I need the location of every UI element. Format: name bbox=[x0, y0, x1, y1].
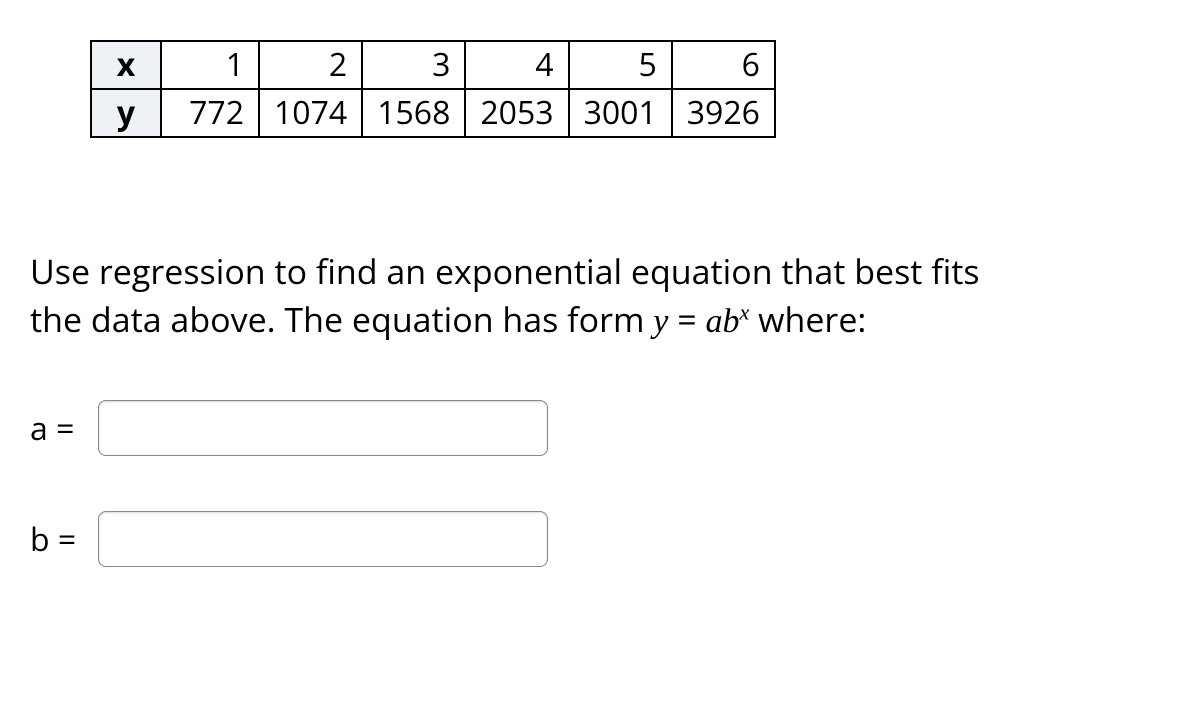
label-a: a = bbox=[30, 407, 98, 450]
row-header-y: y bbox=[91, 89, 161, 137]
cell-x-4: 4 bbox=[465, 41, 568, 89]
cell-y-4: 2053 bbox=[465, 89, 568, 137]
prompt-line2-post: where: bbox=[749, 296, 866, 342]
cell-x-2: 2 bbox=[259, 41, 362, 89]
eq-exponent: x bbox=[739, 299, 749, 324]
answer-fields: a = b = bbox=[30, 400, 1170, 567]
data-table: x 1 2 3 4 5 6 y 772 1074 1568 2053 3001 … bbox=[90, 40, 776, 138]
field-row-b: b = bbox=[30, 511, 1170, 567]
cell-x-3: 3 bbox=[362, 41, 465, 89]
cell-y-2: 1074 bbox=[259, 89, 362, 137]
eq-y: y bbox=[653, 303, 668, 340]
input-a[interactable] bbox=[98, 400, 548, 456]
input-b[interactable] bbox=[98, 511, 548, 567]
cell-x-5: 5 bbox=[569, 41, 672, 89]
cell-y-6: 3926 bbox=[672, 89, 775, 137]
table-row: x 1 2 3 4 5 6 bbox=[91, 41, 775, 89]
cell-x-1: 1 bbox=[161, 41, 259, 89]
row-header-x: x bbox=[91, 41, 161, 89]
cell-y-1: 772 bbox=[161, 89, 259, 137]
prompt-line2-pre: the data above. The equation has form bbox=[30, 296, 653, 342]
table-row: y 772 1074 1568 2053 3001 3926 bbox=[91, 89, 775, 137]
prompt-line1: Use regression to find an exponential eq… bbox=[30, 248, 980, 294]
eq-equals: = bbox=[668, 296, 705, 342]
cell-y-5: 3001 bbox=[569, 89, 672, 137]
question-prompt: Use regression to find an exponential eq… bbox=[30, 248, 1170, 345]
cell-x-6: 6 bbox=[672, 41, 775, 89]
eq-ab: ab bbox=[705, 303, 739, 340]
field-row-a: a = bbox=[30, 400, 1170, 456]
data-table-container: x 1 2 3 4 5 6 y 772 1074 1568 2053 3001 … bbox=[30, 40, 1170, 138]
cell-y-3: 1568 bbox=[362, 89, 465, 137]
label-b: b = bbox=[30, 518, 98, 561]
